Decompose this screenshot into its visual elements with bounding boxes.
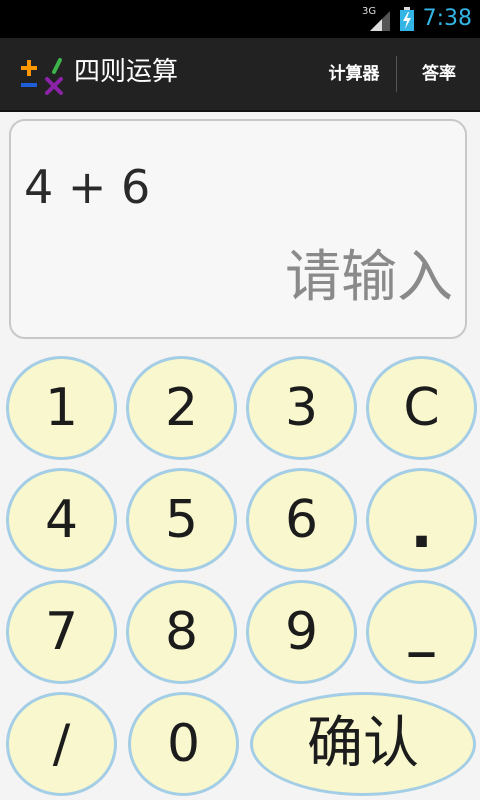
key-label: 0 [166,714,201,774]
status-bar: 3G 7:38 [0,0,480,38]
key-6[interactable]: 6 [246,468,357,572]
key-2[interactable]: 2 [126,356,237,460]
key-label: 确认 [307,711,419,776]
key-label: . [410,492,433,562]
action-bar: 四则运算 计算器 答率 [0,38,480,112]
arithmetic-app-icon [21,58,63,95]
key-label: 8 [164,602,199,662]
expression-text: 4 + 6 [24,160,151,214]
calculator-button[interactable]: 计算器 [312,38,396,110]
key-9[interactable]: 9 [246,580,357,684]
key-8[interactable]: 8 [126,580,237,684]
key-label: 6 [284,490,319,550]
key-4[interactable]: 4 [6,468,117,572]
key-decimal[interactable]: . [366,468,477,572]
key-label: C [403,378,440,438]
confirm-button[interactable]: 确认 [250,692,476,796]
app-title: 四则运算 [74,57,179,87]
key-0[interactable]: 0 [128,692,239,796]
key-label: 4 [44,490,79,550]
key-3[interactable]: 3 [246,356,357,460]
key-label: 7 [44,602,79,662]
key-5[interactable]: 5 [126,468,237,572]
key-label: 1 [44,378,79,438]
key-label: 9 [284,602,319,662]
key-label: _ [408,598,435,658]
key-underscore[interactable]: _ [366,580,477,684]
battery-charging-icon [400,7,414,31]
key-divide[interactable]: / [6,692,117,796]
action-divider [396,56,397,92]
question-display: 4 + 6 请输入 [9,119,467,339]
key-label: / [52,714,71,774]
key-clear[interactable]: C [366,356,477,460]
answer-input[interactable]: 请输入 [285,246,453,310]
key-7[interactable]: 7 [6,580,117,684]
answer-rate-button[interactable]: 答率 [398,38,480,110]
clock: 7:38 [422,6,472,31]
key-label: 3 [284,378,319,438]
key-1[interactable]: 1 [6,356,117,460]
signal-strength-icon [370,11,390,31]
key-label: 5 [164,490,199,550]
key-label: 2 [164,378,199,438]
